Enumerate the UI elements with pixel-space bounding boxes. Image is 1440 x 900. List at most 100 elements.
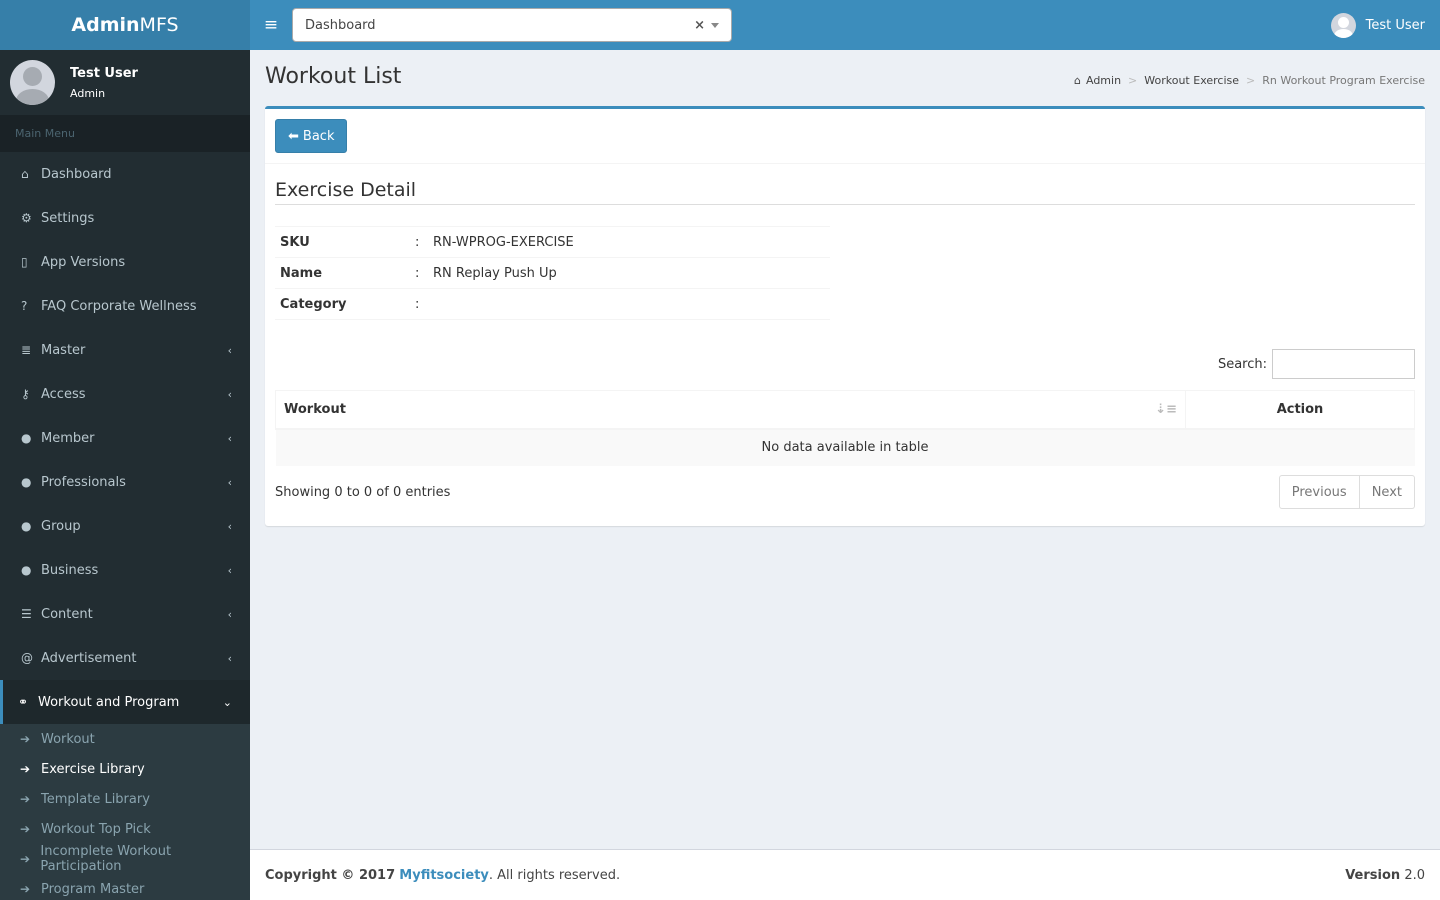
breadcrumb-current: Rn Workout Program Exercise — [1262, 74, 1425, 87]
sidebar-item-settings[interactable]: ⚙ Settings — [0, 196, 250, 240]
user-avatar — [10, 60, 55, 105]
page-title: Workout List — [265, 64, 402, 89]
arrow-right-icon: ➔ — [20, 792, 31, 806]
arrow-left-icon: ⬅ — [288, 128, 299, 144]
brand-link[interactable]: Myfitsociety — [399, 868, 489, 883]
chevron-left-icon: ‹ — [227, 431, 232, 445]
home-icon: ⌂ — [21, 167, 29, 181]
back-button[interactable]: ⬅ Back — [275, 119, 348, 153]
user-icon: ● — [21, 475, 32, 489]
submenu-item-label: Template Library — [41, 791, 150, 807]
breadcrumb-separator: > — [1246, 74, 1256, 87]
logo-light: MFS — [139, 14, 179, 36]
select-value: Dashboard — [305, 17, 376, 33]
back-button-label: Back — [302, 128, 335, 144]
submenu-item-label: Incomplete Workout Participation — [40, 844, 172, 874]
column-header-workout[interactable]: Workout ⇣≡ — [275, 390, 1186, 430]
submenu-item-template-library[interactable]: ➔ Template Library — [0, 784, 250, 814]
breadcrumb-admin[interactable]: Admin — [1086, 74, 1121, 87]
column-header-action: Action — [1185, 390, 1415, 430]
version-label: Version — [1345, 867, 1401, 883]
detail-value — [428, 288, 830, 320]
top-navbar: ≡ Dashboard × Test User — [250, 0, 1440, 50]
user-name: Test User — [1365, 17, 1425, 33]
sort-icon[interactable]: ⇣≡ — [1155, 402, 1177, 417]
detail-value: RN-WPROG-EXERCISE — [428, 226, 830, 258]
key-icon: ⚷ — [21, 387, 30, 401]
chevron-left-icon: ‹ — [227, 519, 232, 533]
submenu-item-exercise-library[interactable]: ➔ Exercise Library — [0, 754, 250, 784]
breadcrumb-workout-exercise[interactable]: Workout Exercise — [1144, 74, 1239, 87]
version: Version 2.0 — [1345, 868, 1425, 883]
chevron-left-icon: ‹ — [227, 563, 232, 577]
sidebar-item-group[interactable]: ● Group ‹ — [0, 504, 250, 548]
search-input[interactable] — [1272, 349, 1415, 379]
user-icon: ● — [21, 431, 32, 445]
submenu-item-workout[interactable]: ➔ Workout — [0, 724, 250, 754]
chevron-left-icon: ‹ — [227, 387, 232, 401]
footer: Copyright © 2017 Myfitsociety. All right… — [250, 849, 1440, 900]
chevron-left-icon: ‹ — [227, 607, 232, 621]
sidebar-item-label: Dashboard — [41, 166, 112, 182]
app-logo[interactable]: Admin MFS — [0, 0, 250, 50]
copyright: Copyright © 2017 Myfitsociety. All right… — [265, 868, 620, 883]
submenu-item-label: Program Master — [41, 881, 145, 897]
content-header: Workout List ⌂ Admin > Workout Exercise … — [265, 50, 1425, 106]
submenu-item-workout-top-pick[interactable]: ➔ Workout Top Pick — [0, 814, 250, 844]
sidebar-item-faq[interactable]: ? FAQ Corporate Wellness — [0, 284, 250, 328]
home-icon: ⌂ — [1074, 74, 1081, 87]
detail-row: SKU : RN-WPROG-EXERCISE — [275, 226, 830, 258]
section-title: Exercise Detail — [275, 179, 1415, 205]
submenu-item-program-master[interactable]: ➔ Program Master — [0, 874, 250, 900]
logo-bold: Admin — [71, 14, 140, 36]
table-info: Showing 0 to 0 of 0 entries — [275, 485, 451, 500]
sidebar-item-app-versions[interactable]: ▯ App Versions — [0, 240, 250, 284]
copyright-prefix: Copyright © 2017 — [265, 867, 396, 883]
avatar — [1330, 12, 1356, 38]
chevron-left-icon: ‹ — [227, 343, 232, 357]
chevron-down-icon: ⌄ — [222, 695, 232, 709]
sidebar-item-label: App Versions — [41, 254, 126, 270]
empty-table-message: No data available in table — [275, 428, 1415, 466]
cogs-icon: ⚙ — [21, 211, 32, 225]
users-icon: ● — [21, 519, 32, 533]
detail-key: Category — [275, 288, 415, 320]
arrow-right-icon: ➔ — [20, 882, 31, 896]
user-icon: ● — [21, 563, 32, 577]
submenu-item-label: Exercise Library — [41, 761, 145, 777]
caret-down-icon[interactable] — [711, 22, 719, 28]
detail-key: SKU — [275, 226, 415, 258]
user-panel-name: Test User — [70, 65, 138, 81]
dashboard-select[interactable]: Dashboard × — [292, 8, 732, 42]
copyright-suffix: . All rights reserved. — [488, 867, 621, 883]
search-row: Search: — [1218, 349, 1415, 379]
detail-colon: : — [415, 288, 428, 320]
submenu-item-incomplete-workout[interactable]: ➔ Incomplete Workout Participation — [0, 844, 250, 874]
sidebar-item-business[interactable]: ● Business ‹ — [0, 548, 250, 592]
sidebar-item-advertisement[interactable]: @ Advertisement ‹ — [0, 636, 250, 680]
next-button[interactable]: Next — [1359, 475, 1415, 509]
previous-button[interactable]: Previous — [1278, 475, 1360, 509]
sidebar-item-dashboard[interactable]: ⌂ Dashboard — [0, 152, 250, 196]
detail-value: RN Replay Push Up — [428, 257, 830, 289]
sidebar-item-content[interactable]: ☰ Content ‹ — [0, 592, 250, 636]
user-menu[interactable]: Test User — [1330, 0, 1425, 50]
sidebar-item-access[interactable]: ⚷ Access ‹ — [0, 372, 250, 416]
sidebar-item-label: Content — [41, 606, 93, 622]
mobile-icon: ▯ — [21, 255, 28, 269]
user-panel-role: Admin — [70, 86, 106, 100]
sidebar-item-label: Member — [41, 430, 95, 446]
sidebar-item-label: Group — [41, 518, 81, 534]
sidebar-item-member[interactable]: ● Member ‹ — [0, 416, 250, 460]
sidebar-item-master[interactable]: ≣ Master ‹ — [0, 328, 250, 372]
sidebar-item-label: Settings — [41, 210, 95, 226]
detail-row: Category : — [275, 288, 830, 320]
sidebar-toggle-icon[interactable]: ≡ — [250, 0, 292, 50]
detail-colon: : — [415, 226, 428, 258]
clear-icon[interactable]: × — [694, 18, 705, 33]
workout-table: Workout ⇣≡ Action No data available in t… — [275, 390, 1415, 466]
sidebar-item-professionals[interactable]: ● Professionals ‹ — [0, 460, 250, 504]
arrow-right-icon: ➔ — [20, 732, 31, 746]
sidebar-item-workout-and-program[interactable]: ⚭ Workout and Program ⌄ — [0, 680, 250, 724]
sidebar-item-label: Business — [41, 562, 99, 578]
